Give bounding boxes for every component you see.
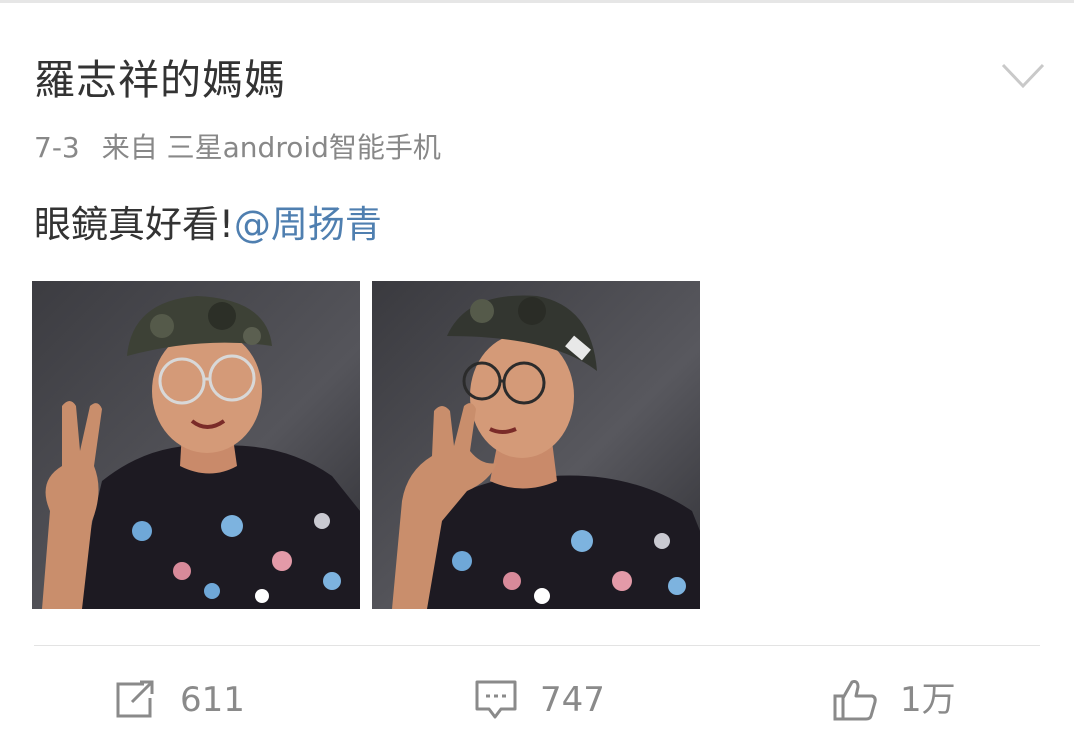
post-text: 眼鏡真好看! bbox=[34, 203, 234, 246]
comment-button[interactable]: 747 bbox=[474, 672, 605, 728]
mention-link[interactable]: @周扬青 bbox=[234, 203, 382, 246]
repost-button[interactable]: 611 bbox=[114, 672, 245, 728]
comment-count: 747 bbox=[540, 680, 605, 720]
post-photo-2[interactable] bbox=[372, 281, 700, 609]
post-photo-1[interactable] bbox=[32, 281, 360, 609]
chevron-down-icon[interactable] bbox=[1001, 62, 1045, 90]
like-icon bbox=[833, 680, 877, 721]
comment-icon bbox=[475, 680, 517, 719]
repost-count: 611 bbox=[180, 680, 245, 720]
repost-icon bbox=[116, 680, 154, 718]
like-button[interactable]: 1万 bbox=[832, 672, 956, 728]
top-divider bbox=[0, 0, 1074, 3]
post-source: 来自 三星android智能手机 bbox=[101, 131, 441, 164]
post-body: 眼鏡真好看!@周扬青 bbox=[34, 200, 382, 250]
like-count: 1万 bbox=[900, 680, 956, 720]
post-meta: 7-3 来自 三星android智能手机 bbox=[34, 128, 441, 168]
action-divider bbox=[34, 645, 1040, 646]
author-name[interactable]: 羅志祥的媽媽 bbox=[34, 54, 286, 106]
post-date: 7-3 bbox=[34, 131, 80, 164]
weibo-post: 羅志祥的媽媽 7-3 来自 三星android智能手机 眼鏡真好看!@周扬青 6… bbox=[0, 0, 1074, 751]
